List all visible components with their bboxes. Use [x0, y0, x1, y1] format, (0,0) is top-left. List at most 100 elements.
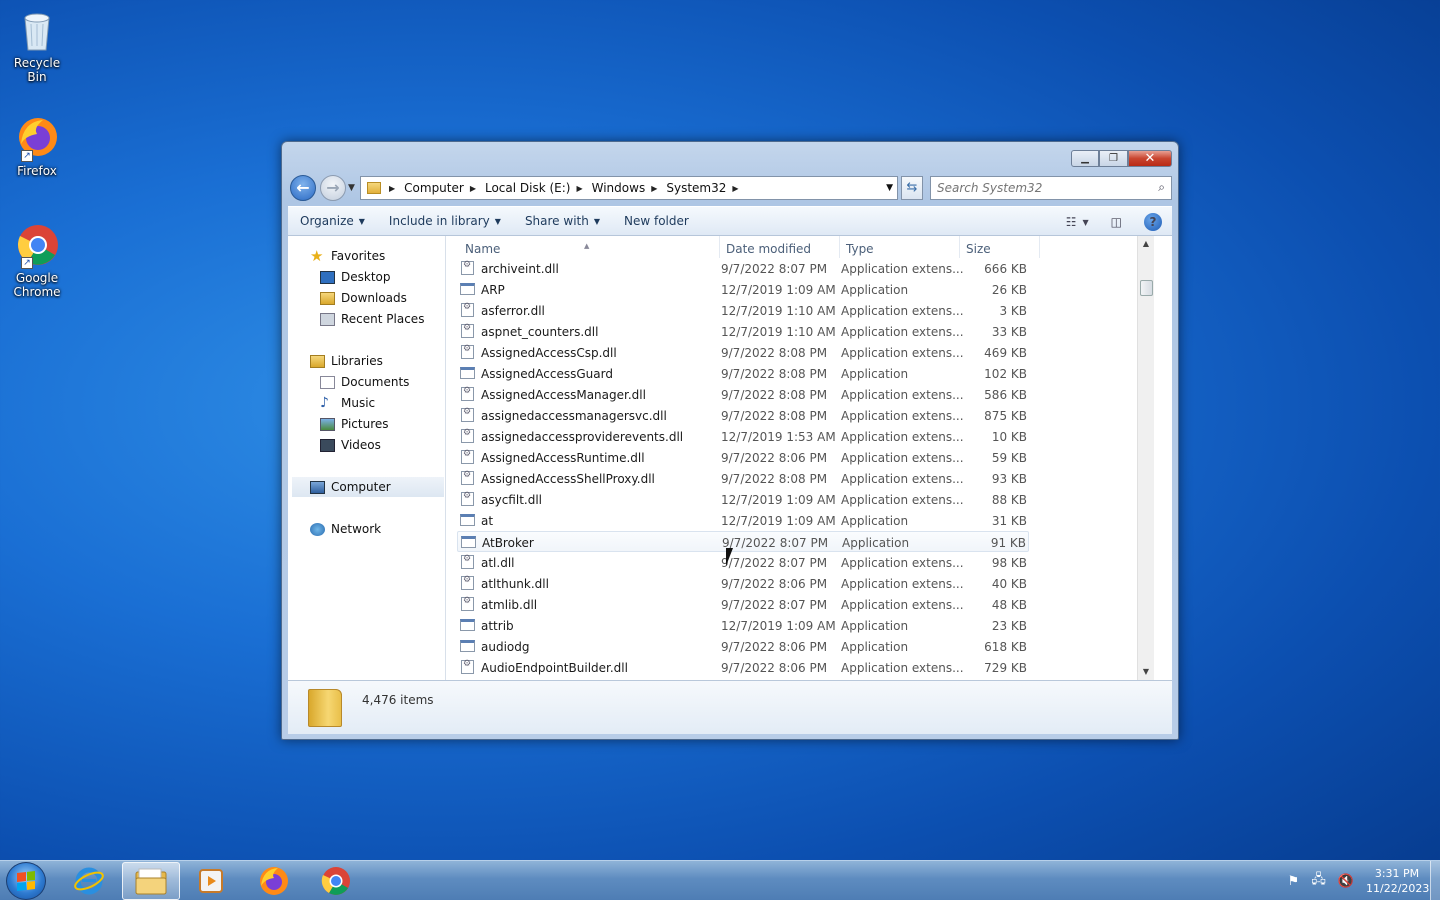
- refresh-button[interactable]: ⇆: [901, 176, 923, 200]
- column-divider[interactable]: [959, 236, 960, 258]
- file-row[interactable]: atl.dll 9/7/2022 8:07 PM Application exten…: [457, 552, 1029, 573]
- file-row[interactable]: AssignedAccessCsp.dll 9/7/2022 8:08 PM App…: [457, 342, 1029, 363]
- organize-button[interactable]: Organize ▼: [288, 214, 377, 228]
- column-header-size[interactable]: Size: [966, 242, 991, 256]
- search-box[interactable]: ⌕: [930, 176, 1172, 200]
- breadcrumb-system32[interactable]: System32: [666, 181, 726, 195]
- help-icon[interactable]: ?: [1144, 213, 1162, 231]
- mouse-cursor-icon: [726, 548, 733, 566]
- chevron-right-icon[interactable]: ▶: [389, 184, 395, 193]
- close-button[interactable]: ✕: [1128, 150, 1172, 167]
- chevron-right-icon[interactable]: ▶: [651, 184, 657, 193]
- taskbar-windows-explorer[interactable]: [122, 862, 180, 900]
- nav-recent-places[interactable]: Recent Places: [320, 309, 424, 329]
- file-row[interactable]: asferror.dll 12/7/2019 1:10 AM Application…: [457, 300, 1029, 321]
- nav-music[interactable]: ♪ Music: [320, 393, 375, 413]
- taskbar-media-player[interactable]: [182, 862, 240, 900]
- file-row[interactable]: attrib 12/7/2019 1:09 AM Application 23 KB: [457, 615, 1029, 636]
- breadcrumb-computer[interactable]: Computer: [404, 181, 464, 195]
- vertical-scrollbar[interactable]: ▲ ▼: [1137, 236, 1154, 680]
- new-folder-button[interactable]: New folder: [612, 214, 701, 228]
- application-icon: [460, 619, 475, 631]
- file-row[interactable]: AssignedAccessRuntime.dll 9/7/2022 8:06 P…: [457, 447, 1029, 468]
- nav-videos[interactable]: Videos: [320, 435, 381, 455]
- file-row[interactable]: AssignedAccessManager.dll 9/7/2022 8:08 P…: [457, 384, 1029, 405]
- chevron-right-icon[interactable]: ▶: [470, 184, 476, 193]
- chevron-right-icon[interactable]: ▶: [732, 184, 738, 193]
- file-row[interactable]: AssignedAccessGuard 9/7/2022 8:08 PM Appli…: [457, 363, 1029, 384]
- nav-favorites[interactable]: ★ Favorites: [310, 246, 385, 266]
- column-header-date-modified[interactable]: Date modified: [726, 242, 811, 256]
- view-options-dropdown-icon[interactable]: ▼: [1083, 218, 1089, 227]
- taskbar-chrome[interactable]: [307, 862, 365, 900]
- nav-label: Computer: [331, 480, 391, 494]
- chevron-right-icon[interactable]: ▶: [576, 184, 582, 193]
- shortcut-arrow-icon: ↗: [21, 257, 33, 269]
- file-size: 102 KB: [984, 367, 1027, 381]
- back-button[interactable]: ←: [290, 175, 316, 201]
- scroll-thumb[interactable]: [1140, 280, 1153, 296]
- network-icon[interactable]: 🖧: [1311, 870, 1326, 892]
- file-row[interactable]: AssignedAccessShellProxy.dll 9/7/2022 8:0…: [457, 468, 1029, 489]
- clock[interactable]: 3:31 PM 11/22/2023: [1366, 866, 1429, 896]
- nav-label: Pictures: [341, 417, 389, 431]
- nav-network[interactable]: Network: [310, 519, 381, 539]
- search-icon[interactable]: ⌕: [1158, 180, 1165, 195]
- nav-documents[interactable]: Documents: [320, 372, 409, 392]
- address-dropdown-icon[interactable]: ▼: [886, 183, 893, 193]
- file-row[interactable]: AtBroker 9/7/2022 8:07 PM Application 91 KB: [457, 531, 1029, 552]
- scroll-down-icon[interactable]: ▼: [1138, 664, 1154, 680]
- recent-pages-dropdown[interactable]: ▼: [348, 183, 355, 193]
- show-desktop-button[interactable]: [1430, 861, 1440, 900]
- maximize-button[interactable]: ❐: [1099, 150, 1128, 167]
- desktop-icon-recycle-bin[interactable]: Recycle Bin: [4, 6, 70, 84]
- file-row[interactable]: at 12/7/2019 1:09 AM Application 31 KB: [457, 510, 1029, 531]
- search-input[interactable]: [937, 181, 1137, 195]
- file-row[interactable]: asycfilt.dll 12/7/2019 1:09 AM Application…: [457, 489, 1029, 510]
- chrome-icon: ↗: [13, 221, 61, 269]
- volume-muted-icon[interactable]: 🔇: [1338, 874, 1354, 889]
- minimize-button[interactable]: ▁: [1071, 150, 1099, 167]
- include-in-library-button[interactable]: Include in library ▼: [377, 214, 513, 228]
- share-with-button[interactable]: Share with ▼: [513, 214, 612, 228]
- file-row[interactable]: aspnet_counters.dll 12/7/2019 1:10 AM Appl…: [457, 321, 1029, 342]
- desktop-icon-firefox[interactable]: ↗ Firefox: [4, 114, 70, 178]
- clock-time: 3:31 PM: [1374, 867, 1420, 880]
- change-view-icon[interactable]: ☷: [1066, 215, 1077, 229]
- column-divider[interactable]: [719, 236, 720, 258]
- file-row[interactable]: AudioEndpointBuilder.dll 9/7/2022 8:06 PM…: [457, 657, 1029, 678]
- column-header-name[interactable]: Name: [465, 242, 500, 256]
- forward-button[interactable]: →: [320, 175, 346, 201]
- file-type: Application: [842, 536, 910, 550]
- taskbar-internet-explorer[interactable]: [60, 862, 118, 900]
- nav-pictures[interactable]: Pictures: [320, 414, 389, 434]
- file-row[interactable]: assignedaccessmanagersvc.dll 9/7/2022 8:0…: [457, 405, 1029, 426]
- nav-libraries[interactable]: Libraries: [310, 351, 383, 371]
- nav-computer[interactable]: Computer: [292, 477, 444, 497]
- taskbar-firefox[interactable]: [245, 862, 303, 900]
- nav-label: Recent Places: [341, 312, 425, 326]
- file-date-modified: 9/7/2022 8:08 PM: [721, 409, 828, 423]
- file-row[interactable]: atmlib.dll 9/7/2022 8:07 PM Application ex…: [457, 594, 1029, 615]
- column-divider[interactable]: [839, 236, 840, 258]
- preview-pane-icon[interactable]: ◫: [1111, 215, 1122, 229]
- dll-file-icon: [461, 491, 474, 506]
- file-row[interactable]: assignedaccessproviderevents.dll 12/7/201…: [457, 426, 1029, 447]
- file-date-modified: 9/7/2022 8:08 PM: [721, 346, 828, 360]
- breadcrumb-windows[interactable]: Windows: [592, 181, 646, 195]
- nav-downloads[interactable]: Downloads: [320, 288, 407, 308]
- nav-desktop[interactable]: Desktop: [320, 267, 391, 287]
- file-row[interactable]: archiveint.dll 9/7/2022 8:07 PM Applicatio…: [457, 258, 1029, 279]
- desktop-icon-chrome[interactable]: ↗ Google Chrome: [4, 221, 70, 299]
- scroll-up-icon[interactable]: ▲: [1138, 236, 1154, 252]
- start-button[interactable]: [6, 862, 46, 900]
- action-center-flag-icon[interactable]: ⚑: [1288, 874, 1300, 889]
- file-row[interactable]: ARP 12/7/2019 1:09 AM Application 26 KB: [457, 279, 1029, 300]
- file-name: at: [481, 514, 494, 528]
- column-header-type[interactable]: Type: [846, 242, 874, 256]
- file-row[interactable]: audiodg 9/7/2022 8:06 PM Application 618 KB: [457, 636, 1029, 657]
- column-divider[interactable]: [1039, 236, 1040, 258]
- breadcrumb-local-disk[interactable]: Local Disk (E:): [485, 181, 571, 195]
- address-bar[interactable]: ▶ Computer ▶ Local Disk (E:) ▶ Windows ▶…: [360, 176, 898, 200]
- file-row[interactable]: atlthunk.dll 9/7/2022 8:06 PM Application …: [457, 573, 1029, 594]
